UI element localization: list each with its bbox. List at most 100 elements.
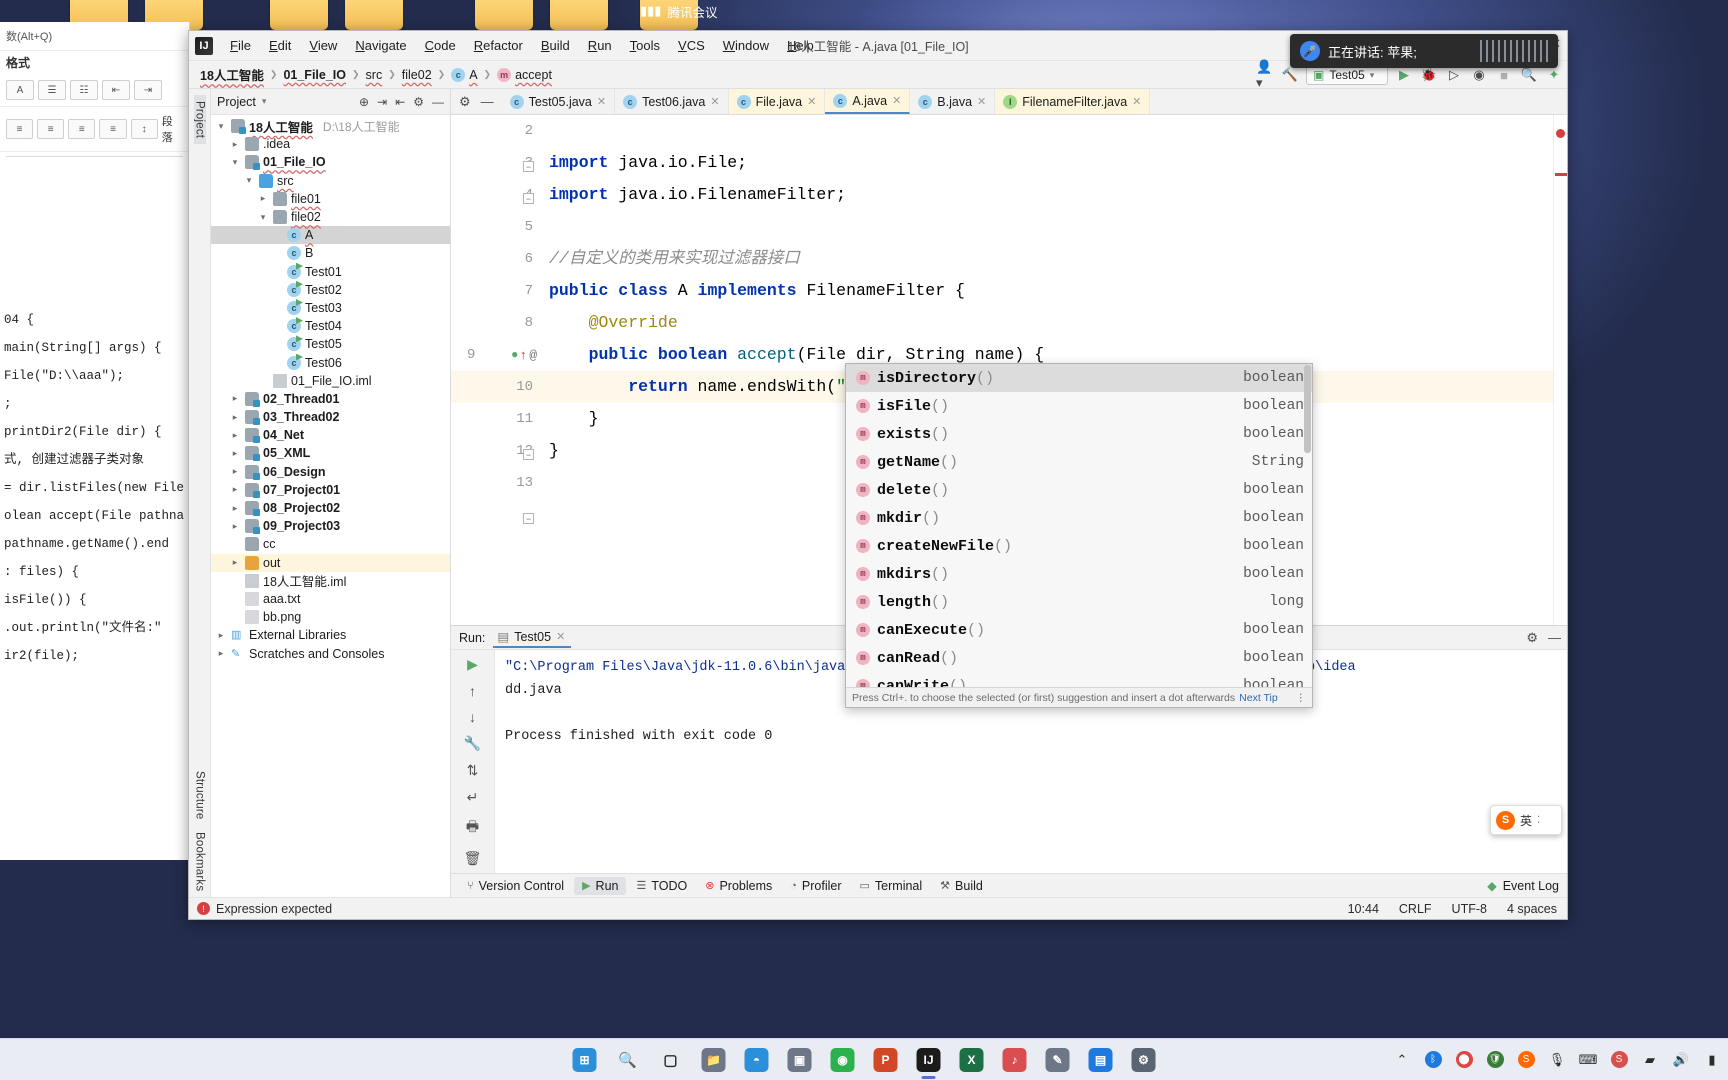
code-line-4[interactable]: import java.io.FilenameFilter; bbox=[541, 179, 1553, 211]
target-icon[interactable]: ⊕ bbox=[359, 95, 369, 109]
user-icon[interactable]: 👤▾ bbox=[1256, 59, 1274, 90]
editor-tab-Filejava[interactable]: c File.java ✕ bbox=[728, 89, 826, 114]
taskbar-folder-icon[interactable]: 📁 bbox=[699, 1045, 729, 1075]
menu-item-refactor[interactable]: Refactor bbox=[465, 34, 532, 57]
code-fold-marker[interactable]: − bbox=[523, 193, 534, 204]
code-fold-marker[interactable]: − bbox=[523, 449, 534, 460]
more-options-icon[interactable]: ⋮ bbox=[1296, 692, 1307, 704]
chevron-right-icon[interactable]: ▸ bbox=[229, 139, 241, 150]
tray-network-icon[interactable]: ⬤ bbox=[1454, 1050, 1474, 1070]
status-bar[interactable]: ! Expression expected 10:44 CRLF UTF-8 4… bbox=[189, 897, 1567, 919]
completion-item-exists[interactable]: m exists() boolean bbox=[846, 420, 1312, 448]
settings-icon[interactable]: ✦ bbox=[1545, 66, 1563, 84]
chevron-right-icon[interactable]: ▸ bbox=[229, 503, 241, 514]
code-line-2[interactable] bbox=[541, 115, 1553, 147]
chevron-right-icon[interactable]: ▸ bbox=[215, 630, 227, 641]
ime-language-label[interactable]: 英 bbox=[1520, 812, 1532, 829]
taskbar-meeting-icon[interactable]: ▤ bbox=[1086, 1045, 1116, 1075]
completion-item-mkdirs[interactable]: m mkdirs() boolean bbox=[846, 560, 1312, 588]
tree-node-file02[interactable]: ▾ file02 bbox=[211, 208, 450, 226]
project-tool-window[interactable]: Project ▾ ⊕ ⇥ ⇤ ⚙ — ▾ 18人工智能 D:\18人工智能 ▸ .id… bbox=[211, 89, 451, 897]
bottom-tool-profiler[interactable]: ◔ Profiler bbox=[782, 877, 849, 895]
completion-item-length[interactable]: m length() long bbox=[846, 588, 1312, 616]
chevron-down-icon[interactable]: ▾ bbox=[215, 121, 227, 132]
tree-node-Test01[interactable]: c Test01 bbox=[211, 263, 450, 281]
gutter-line-9[interactable]: 9 ● ↑ @ bbox=[451, 339, 541, 371]
rerun-icon[interactable]: ▶ bbox=[467, 656, 478, 673]
taskbar-search-icon[interactable]: 🔍 bbox=[613, 1045, 643, 1075]
taskbar-music-icon[interactable]: ♪ bbox=[1000, 1045, 1030, 1075]
menu-item-file[interactable]: File bbox=[221, 34, 260, 57]
indent-dec-button[interactable]: ⇤ bbox=[102, 80, 130, 100]
taskbar-excel-icon[interactable]: X bbox=[957, 1045, 987, 1075]
minimize-icon[interactable]: — bbox=[432, 95, 444, 109]
tray-shield-icon[interactable]: 🛡 bbox=[1485, 1050, 1505, 1070]
editor-tab-tools[interactable]: ⚙ — bbox=[451, 89, 502, 114]
up-icon[interactable]: ↑ bbox=[469, 683, 476, 699]
sidebar-item-bookmarks[interactable]: Bookmarks bbox=[194, 826, 206, 897]
list-bullet-button[interactable]: ☰ bbox=[38, 80, 66, 100]
tray-wifi-icon[interactable]: ▰ bbox=[1640, 1050, 1660, 1070]
completion-item-delete[interactable]: m delete() boolean bbox=[846, 476, 1312, 504]
minimize-icon[interactable]: — bbox=[1548, 630, 1561, 646]
hammer-icon[interactable]: 🔨 bbox=[1281, 66, 1299, 84]
file-encoding[interactable]: UTF-8 bbox=[1452, 902, 1487, 916]
bottom-tool-todo[interactable]: ☰ TODO bbox=[628, 877, 695, 895]
tree-node-Test04[interactable]: c Test04 bbox=[211, 317, 450, 335]
run-window-tools[interactable]: ⚙ — bbox=[1526, 630, 1561, 646]
status-right[interactable]: 10:44 CRLF UTF-8 4 spaces bbox=[1348, 902, 1557, 916]
background-code-window[interactable]: 04 { main(String[] args) { File("D:\\aaa… bbox=[0, 300, 190, 860]
tree-node-cc[interactable]: cc bbox=[211, 535, 450, 553]
tray-battery-icon[interactable]: ▮ bbox=[1702, 1050, 1722, 1070]
menu-item-build[interactable]: Build bbox=[532, 34, 579, 57]
tree-node-A[interactable]: cA bbox=[211, 226, 450, 245]
editor-tab-Ajava[interactable]: c A.java ✕ bbox=[825, 89, 911, 114]
indent-setting[interactable]: 4 spaces bbox=[1507, 902, 1557, 916]
breadcrumb[interactable]: 18人工智能 ❯ 01_File_IO ❯ src ❯ file02 ❯ c A ❯ m accept bbox=[197, 65, 555, 84]
close-icon[interactable]: ✕ bbox=[807, 95, 816, 108]
tree-node-src[interactable]: ▾ src bbox=[211, 172, 450, 190]
breadcrumb-item-src[interactable]: src bbox=[363, 68, 386, 82]
taskbar-taskview-icon[interactable]: ▢ bbox=[656, 1045, 686, 1075]
gutter-line-6[interactable]: 6 bbox=[451, 243, 541, 275]
tray-keyboard-icon[interactable]: ⌨ bbox=[1578, 1050, 1598, 1070]
completion-item-isDirectory[interactable]: m isDirectory() boolean bbox=[846, 364, 1312, 392]
gear-icon[interactable]: ⚙ bbox=[459, 94, 471, 110]
tree-node-.idea[interactable]: ▸ .idea bbox=[211, 135, 450, 153]
editor-right-rail[interactable] bbox=[1553, 115, 1567, 625]
completion-item-canWrite[interactable]: m canWrite() boolean bbox=[846, 672, 1312, 687]
search-icon[interactable]: 🔍 bbox=[1520, 66, 1538, 84]
down-icon[interactable]: ↓ bbox=[469, 709, 476, 725]
left-tool-stripe[interactable]: Project Structure Bookmarks bbox=[189, 89, 211, 897]
chevron-right-icon[interactable]: ▸ bbox=[229, 484, 241, 495]
tree-node-ScratchesandConsoles[interactable]: ▸ ✎ Scratches and Consoles bbox=[211, 644, 450, 662]
chevron-right-icon[interactable]: ▸ bbox=[215, 648, 227, 659]
tray-volume-icon[interactable]: 🔊 bbox=[1671, 1050, 1691, 1070]
code-line-5[interactable] bbox=[541, 211, 1553, 243]
menu-item-code[interactable]: Code bbox=[416, 34, 465, 57]
menu-item-vcs[interactable]: VCS bbox=[669, 34, 714, 57]
sogou-ime-badge[interactable]: S 英 ⁚ bbox=[1490, 805, 1562, 835]
editor-tab-FilenameFilterjava[interactable]: I FilenameFilter.java ✕ bbox=[995, 89, 1151, 114]
menu-item-run[interactable]: Run bbox=[579, 34, 621, 57]
completion-item-mkdir[interactable]: m mkdir() boolean bbox=[846, 504, 1312, 532]
code-line-3[interactable]: import java.io.File; bbox=[541, 147, 1553, 179]
chevron-right-icon[interactable]: ▸ bbox=[229, 430, 241, 441]
chevron-down-icon[interactable]: ▾ bbox=[229, 157, 241, 168]
word-align-row[interactable]: ≡ ≡ ≡ ≡ ↕ 段落 bbox=[0, 107, 189, 152]
tree-node-out[interactable]: ▸ out bbox=[211, 553, 450, 572]
windows-taskbar[interactable]: ⊞ 🔍 ▢ 📁 ◓ ▣ ◉ P IJ X ♪ ✎ ▤ ⚙ ⌃ ᛒ ⬤ 🛡 S 🎙 ⌨ S ▰ 🔊 ▮ bbox=[0, 1038, 1728, 1080]
align-right-button[interactable]: ≡ bbox=[68, 119, 96, 139]
tree-node-09_Project03[interactable]: ▸ 09_Project03 bbox=[211, 517, 450, 535]
taskbar-store-icon[interactable]: ▣ bbox=[785, 1045, 815, 1075]
menu-item-navigate[interactable]: Navigate bbox=[346, 34, 415, 57]
desktop-folder-icon[interactable] bbox=[550, 0, 612, 32]
stop-icon[interactable]: ■ bbox=[1495, 66, 1513, 84]
gutter-line-13[interactable]: 13 bbox=[451, 467, 541, 499]
tree-node-ExternalLibraries[interactable]: ▸ ▥ External Libraries bbox=[211, 626, 450, 644]
tree-node-02_Thread01[interactable]: ▸ 02_Thread01 bbox=[211, 390, 450, 408]
completion-item-getName[interactable]: m getName() String bbox=[846, 448, 1312, 476]
tree-node-bb.png[interactable]: bb.png bbox=[211, 608, 450, 626]
tree-node-18[interactable]: ▾ 18人工智能 D:\18人工智能 bbox=[211, 117, 450, 135]
tree-node-Test05[interactable]: c Test05 bbox=[211, 335, 450, 353]
